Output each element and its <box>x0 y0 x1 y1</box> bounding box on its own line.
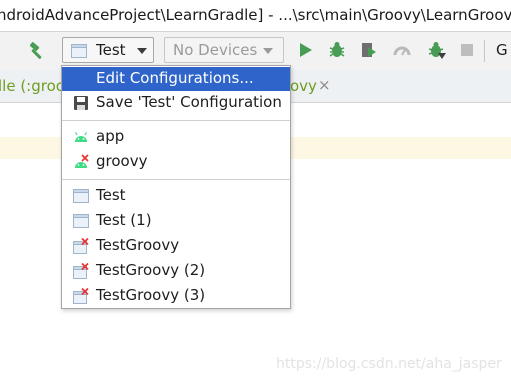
menu-item-label: Test (1) <box>96 211 152 229</box>
menu-item-label: app <box>96 127 125 145</box>
android-error-icon <box>75 154 89 168</box>
chevron-down-icon <box>137 48 147 54</box>
android-icon <box>74 132 88 142</box>
device-label: No Devices <box>173 41 258 59</box>
menu-item-label: Test <box>96 186 126 204</box>
menu-item-module-groovy[interactable]: groovy <box>62 150 290 174</box>
menu-separator <box>62 120 290 121</box>
menu-item-label: groovy <box>96 152 148 170</box>
menu-separator <box>62 179 290 180</box>
apply-changes-icon[interactable] <box>427 40 447 60</box>
run-icon[interactable] <box>299 42 313 58</box>
menu-item-label: TestGroovy <box>96 236 180 254</box>
debug-icon[interactable] <box>327 40 347 60</box>
config-error-icon <box>73 288 89 304</box>
device-dropdown[interactable]: No Devices <box>164 37 284 63</box>
toolbar-trailing-label[interactable]: G <box>496 41 508 59</box>
window-title: ndroidAdvanceProject\LearnGradle] - ...\… <box>0 6 511 24</box>
menu-item-save-configuration[interactable]: Save 'Test' Configuration <box>62 91 290 115</box>
menu-item-config-testgroovy-3[interactable]: TestGroovy (3) <box>62 284 290 308</box>
menu-item-edit-configurations[interactable]: Edit Configurations... <box>62 67 290 91</box>
menu-item-config-test-1[interactable]: Test (1) <box>62 209 290 233</box>
hammer-build-icon[interactable] <box>27 41 47 61</box>
menu-item-label: TestGroovy (2) <box>96 261 206 279</box>
profiler-icon[interactable] <box>393 43 411 57</box>
menu-item-config-testgroovy-2[interactable]: TestGroovy (2) <box>62 259 290 283</box>
watermark: https://blog.csdn.net/aha_jasper <box>276 356 502 372</box>
run-configuration-dropdown[interactable]: Test <box>62 37 154 63</box>
run-configuration-label: Test <box>96 41 126 59</box>
stop-icon[interactable] <box>460 43 474 57</box>
menu-item-label: Save 'Test' Configuration <box>96 93 282 111</box>
run-configuration-menu: Edit Configurations... Save 'Test' Confi… <box>61 65 291 309</box>
tab-label[interactable]: ovy <box>290 77 317 95</box>
floppy-disk-icon <box>74 96 88 110</box>
menu-item-module-app[interactable]: app <box>62 125 290 149</box>
window-title-bar: ndroidAdvanceProject\LearnGradle] - ...\… <box>0 0 511 31</box>
run-with-coverage-icon[interactable] <box>360 41 378 59</box>
menu-item-config-test[interactable]: Test <box>62 184 290 208</box>
chevron-down-icon <box>263 48 273 54</box>
config-icon <box>73 214 89 228</box>
menu-item-config-testgroovy[interactable]: TestGroovy <box>62 234 290 258</box>
toolbar-separator <box>484 40 485 62</box>
config-error-icon <box>73 238 89 254</box>
menu-item-label: Edit Configurations... <box>96 69 254 87</box>
config-error-icon <box>73 263 89 279</box>
tab-label[interactable]: lle (:groo <box>0 77 65 95</box>
config-icon <box>71 44 87 58</box>
close-icon[interactable]: × <box>318 76 331 94</box>
menu-item-label: TestGroovy (3) <box>96 286 206 304</box>
config-icon <box>73 189 89 203</box>
